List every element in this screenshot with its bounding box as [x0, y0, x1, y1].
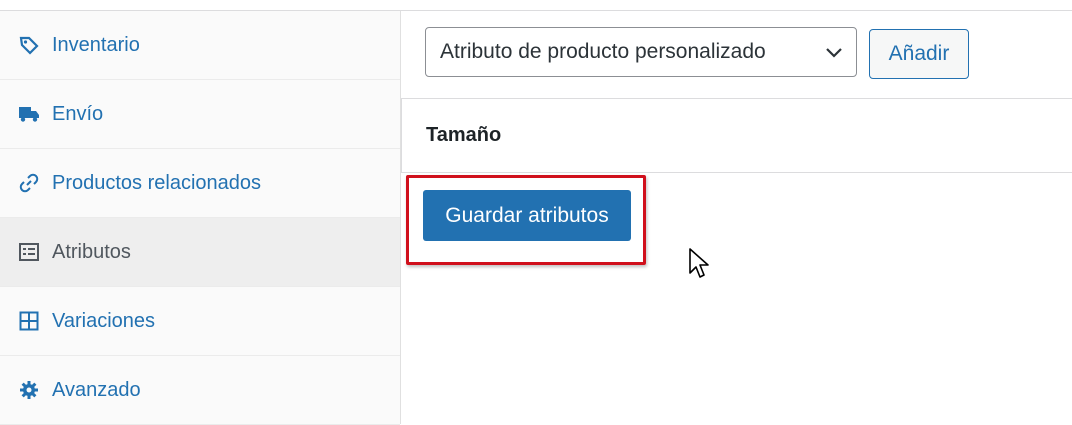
list-icon	[18, 241, 40, 263]
sidebar-item-avanzado[interactable]: Avanzado	[0, 356, 400, 425]
sidebar-item-label: Inventario	[52, 33, 140, 56]
tag-icon	[18, 34, 40, 56]
sidebar-item-label: Variaciones	[52, 309, 156, 332]
attributes-panel: Atributo de producto personalizado Añadi…	[401, 11, 1072, 424]
sidebar-item-label: Productos relacionados	[52, 171, 262, 194]
chevron-down-icon	[824, 43, 844, 67]
add-button[interactable]: Añadir	[869, 29, 969, 79]
link-icon	[18, 172, 40, 194]
attribute-type-select[interactable]: Atributo de producto personalizado	[425, 27, 857, 77]
sidebar-item-inventario[interactable]: Inventario	[0, 11, 400, 80]
attribute-row[interactable]: Tamaño	[401, 98, 1072, 173]
sidebar-item-productos-relacionados[interactable]: Productos relacionados	[0, 149, 400, 218]
truck-icon	[18, 103, 40, 125]
product-data-tabs: Inventario Envío Productos relacionados …	[0, 11, 401, 425]
save-attributes-button[interactable]: Guardar atributos	[423, 190, 631, 241]
sidebar-item-variaciones[interactable]: Variaciones	[0, 287, 400, 356]
top-border	[0, 0, 1072, 11]
sidebar-item-label: Envío	[52, 102, 104, 125]
sidebar-item-label: Avanzado	[52, 378, 141, 401]
sidebar-item-atributos[interactable]: Atributos	[0, 218, 400, 287]
attribute-name: Tamaño	[426, 124, 502, 146]
grid-icon	[18, 310, 40, 332]
mouse-cursor-icon	[688, 247, 710, 286]
sidebar-item-label: Atributos	[52, 240, 131, 263]
gear-icon	[18, 379, 40, 401]
select-value: Atributo de producto personalizado	[440, 40, 766, 63]
sidebar-item-envio[interactable]: Envío	[0, 80, 400, 149]
